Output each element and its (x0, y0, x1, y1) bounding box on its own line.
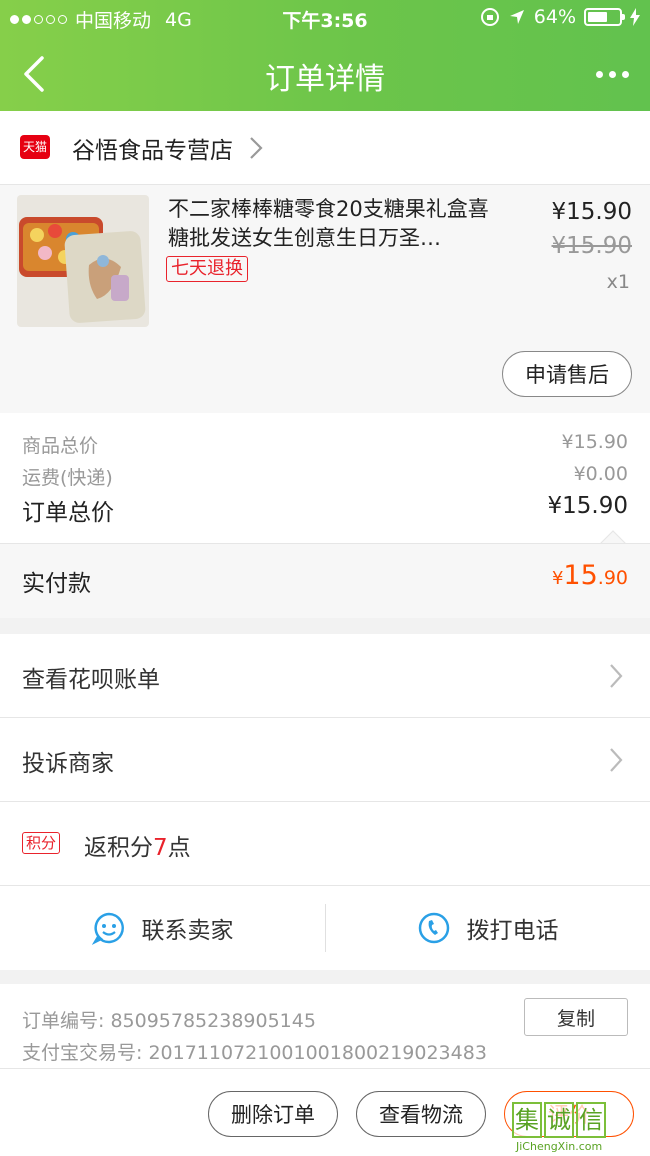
goods-total-row: 商品总价 ¥15.90 (22, 431, 628, 458)
store-header[interactable]: 天猫 谷悟食品专营店 (0, 111, 650, 185)
order-info: 订单编号: 85095785238905145 支付宝交易号: 20171107… (0, 984, 650, 1068)
more-options-icon[interactable] (596, 62, 630, 86)
order-total-row: 订单总价 ¥15.90 (22, 493, 628, 527)
original-price: ¥15.90 (551, 233, 632, 259)
battery-icon (584, 8, 625, 26)
chevron-right-icon (250, 137, 263, 159)
shipping-value: ¥0.00 (573, 463, 628, 485)
paid-decimal: .90 (597, 567, 628, 589)
watermark-char: 诚 (544, 1102, 574, 1138)
status-right: 64% (480, 6, 640, 28)
paid-integer: 15 (563, 560, 598, 591)
price-summary: 商品总价 ¥15.90 运费(快递) ¥0.00 订单总价 ¥15.90 (0, 413, 650, 543)
call-phone-label: 拨打电话 (466, 918, 559, 944)
store-name: 谷悟食品专营店 (72, 138, 233, 164)
product-image[interactable] (17, 195, 149, 327)
delete-order-button[interactable]: 删除订单 (208, 1091, 338, 1137)
chat-bubble-icon (91, 912, 124, 945)
contact-row: 联系卖家 拨打电话 (0, 886, 650, 970)
points-number: 7 (153, 835, 168, 861)
nav-bar: 订单详情 (0, 40, 650, 106)
site-watermark: 集 诚 信 JiChengXin.com (512, 1102, 640, 1156)
phone-icon (418, 912, 449, 944)
product-quantity: x1 (606, 271, 630, 293)
points-prefix: 返积分 (84, 835, 153, 861)
paid-amount: ¥15.90 (552, 560, 628, 591)
goods-total-label: 商品总价 (22, 435, 99, 457)
points-suffix: 点 (167, 835, 191, 861)
alipay-trade-number: 支付宝交易号: 2017110721001001800219023483 (22, 1042, 487, 1064)
points-text: 返积分7点 (84, 828, 191, 862)
after-sale-button[interactable]: 申请售后 (502, 351, 632, 397)
charging-icon (630, 8, 640, 26)
paid-currency: ¥ (551, 568, 564, 589)
order-number: 订单编号: 85095785238905145 (22, 1010, 316, 1032)
watermark-url: JiChengXin.com (516, 1140, 603, 1153)
return-policy-tag: 七天退换 (166, 256, 248, 282)
top-bar: 中国移动 4G 下午3:56 64% 订单详情 (0, 0, 650, 111)
status-bar: 中国移动 4G 下午3:56 64% (0, 0, 650, 36)
battery-percent: 64% (533, 6, 576, 28)
rotation-lock-icon (480, 8, 499, 26)
product-price: ¥15.90 (551, 199, 632, 225)
watermark-char: 集 (512, 1102, 542, 1138)
contact-seller-label: 联系卖家 (141, 918, 234, 944)
paid-label: 实付款 (22, 571, 91, 597)
view-logistics-button[interactable]: 查看物流 (356, 1091, 486, 1137)
product-title[interactable]: 不二家棒棒糖零食20支糖果礼盒喜糖批发送女生创意生日万圣… (168, 195, 498, 253)
watermark-char: 信 (576, 1102, 606, 1138)
shipping-label: 运费(快递) (22, 467, 113, 489)
points-item: 积分 返积分7点 (0, 802, 650, 886)
call-phone-button[interactable]: 拨打电话 (325, 886, 650, 970)
chevron-right-icon (610, 664, 623, 688)
shipping-row: 运费(快递) ¥0.00 (22, 463, 628, 490)
watermark-logo: 集 诚 信 (512, 1102, 606, 1138)
huabei-bill-label: 查看花呗账单 (22, 667, 160, 693)
order-total-label: 订单总价 (22, 500, 114, 526)
complaint-item[interactable]: 投诉商家 (0, 718, 650, 802)
page-title: 订单详情 (265, 62, 385, 97)
chevron-right-icon (610, 748, 623, 772)
paid-amount-row: 实付款 ¥15.90 (0, 543, 650, 618)
complaint-label: 投诉商家 (22, 751, 114, 777)
contact-seller-button[interactable]: 联系卖家 (0, 886, 325, 970)
points-badge: 积分 (22, 832, 61, 854)
huabei-bill-item[interactable]: 查看花呗账单 (0, 634, 650, 718)
copy-button[interactable]: 复制 (524, 998, 628, 1036)
order-total-value: ¥15.90 (547, 493, 628, 519)
tmall-icon: 天猫 (20, 135, 50, 159)
product-card[interactable]: 不二家棒棒糖零食20支糖果礼盒喜糖批发送女生创意生日万圣… 七天退换 ¥15.9… (0, 185, 650, 413)
goods-total-value: ¥15.90 (561, 431, 628, 453)
location-arrow-icon (509, 10, 524, 24)
